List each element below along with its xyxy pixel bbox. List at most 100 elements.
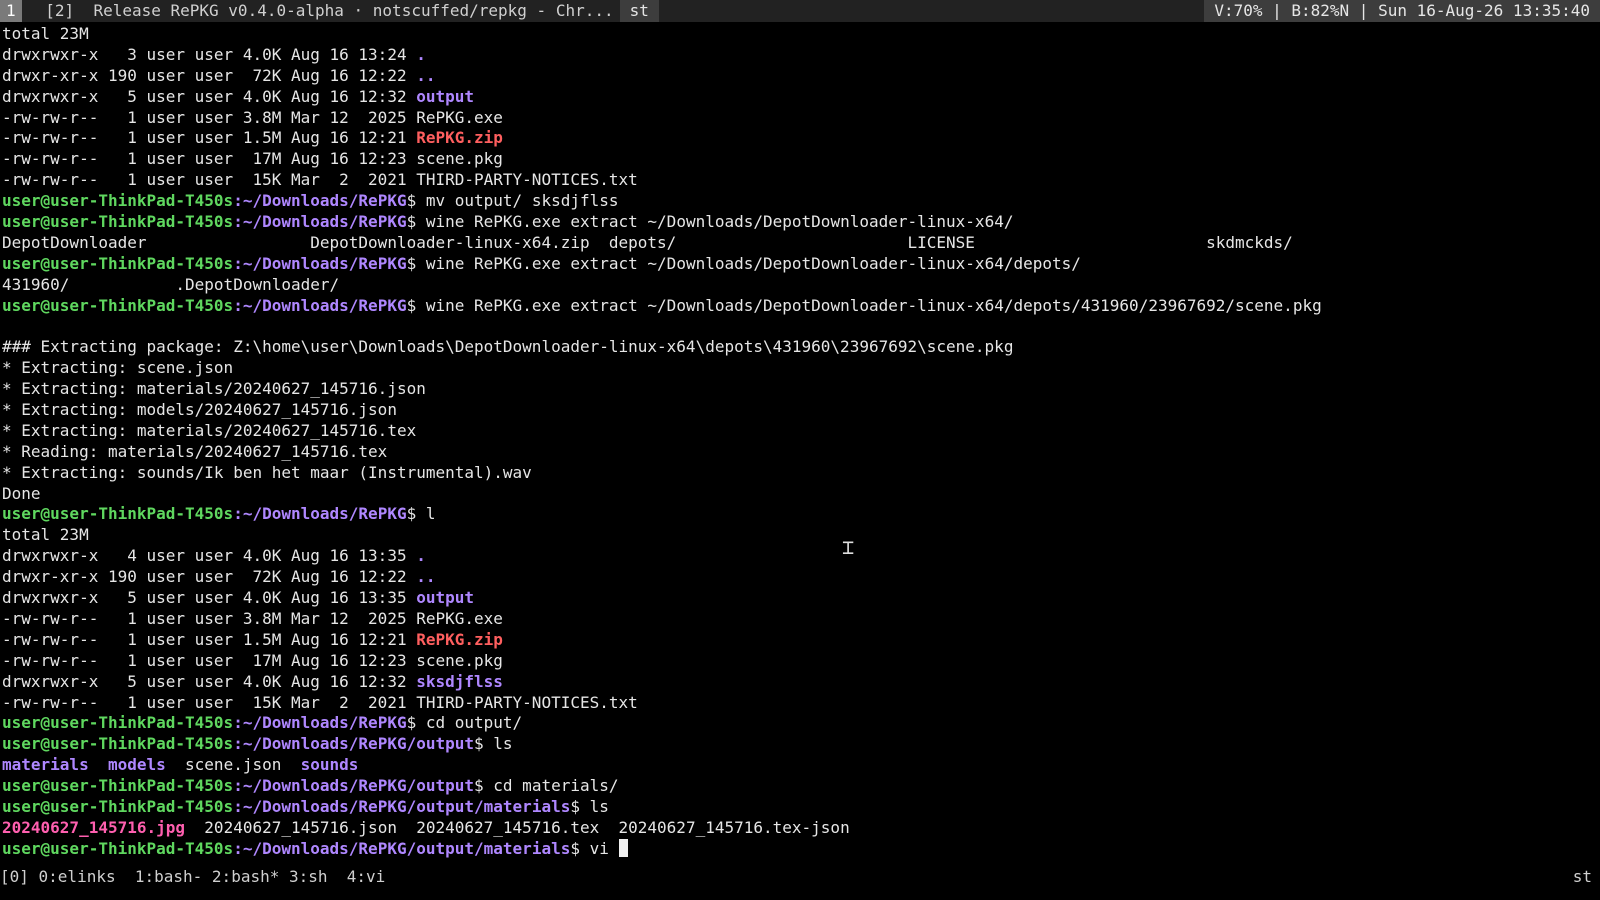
output-line: drwxrwxr-x 5 user user 4.0K Aug 16 12:32… — [2, 87, 1598, 108]
listing-dir-entry: . — [416, 44, 426, 64]
output-line: * Extracting: scene.json — [2, 358, 1598, 379]
prompt-path: ~/Downloads/RePKG — [242, 295, 407, 315]
prompt-path: ~/Downloads/RePKG — [242, 504, 407, 524]
output-text: -rw-rw-r-- 1 user user 15K Mar 2 2021 TH… — [2, 170, 638, 190]
output-line: -rw-rw-r-- 1 user user 1.5M Aug 16 12:21… — [2, 630, 1598, 651]
listing-img-entry: 20240627_145716.jpg — [2, 817, 186, 837]
prompt-path: ~/Downloads/RePKG/output/materials — [242, 796, 571, 816]
output-text: drwxrwxr-x 5 user user 4.0K Aug 16 12:32 — [2, 671, 417, 691]
prompt-line: user@user-ThinkPad-T450s:~/Downloads/ReP… — [2, 797, 1598, 818]
prompt-path: ~/Downloads/RePKG/output — [242, 776, 475, 796]
prompt-user: user@user-ThinkPad-T450s — [2, 776, 234, 796]
listing-dir-entry: models — [107, 755, 166, 775]
output-text: 431960/ .DepotDownloader/ — [2, 274, 340, 294]
terminal-output[interactable]: total 23M drwxrwxr-x 3 user user 4.0K Aug… — [2, 24, 1598, 874]
output-line: ### Extracting package: Z:\home\user\Dow… — [2, 337, 1598, 358]
output-line: 431960/ .DepotDownloader/ — [2, 275, 1598, 296]
output-text: total 23M — [2, 525, 89, 545]
prompt-separator: : — [233, 713, 243, 733]
window-title[interactable]: [2] Release RePKG v0.4.0-alpha · notscuf… — [22, 0, 613, 22]
output-line: drwxrwxr-x 3 user user 4.0K Aug 16 13:24… — [2, 45, 1598, 66]
output-line: -rw-rw-r-- 1 user user 1.5M Aug 16 12:21… — [2, 128, 1598, 149]
command-text: $ cd output/ — [406, 713, 523, 733]
output-text: ### Extracting package: Z:\home\user\Dow… — [2, 337, 1014, 357]
listing-zip-entry: RePKG.zip — [416, 128, 503, 148]
prompt-user: user@user-ThinkPad-T450s — [2, 191, 234, 211]
prompt-user: user@user-ThinkPad-T450s — [2, 734, 234, 754]
terminal-window-title[interactable]: st — [619, 0, 659, 22]
output-line: * Extracting: models/20240627_145716.jso… — [2, 400, 1598, 421]
output-text: DepotDownloader DepotDownloader-linux-x6… — [2, 232, 1293, 252]
output-line: drwxrwxr-x 5 user user 4.0K Aug 16 13:35… — [2, 588, 1598, 609]
output-text: -rw-rw-r-- 1 user user 1.5M Aug 16 12:21 — [2, 128, 417, 148]
command-text: $ cd materials/ — [474, 776, 619, 796]
prompt-separator: : — [233, 191, 243, 211]
prompt-path: ~/Downloads/RePKG — [242, 191, 407, 211]
command-text: $ wine RePKG.exe extract ~/Downloads/Dep… — [406, 295, 1322, 315]
output-text: 20240627_145716.json 20240627_145716.tex… — [185, 817, 850, 837]
output-line: -rw-rw-r-- 1 user user 15K Mar 2 2021 TH… — [2, 693, 1598, 714]
output-text: total 23M — [2, 24, 89, 43]
system-status: V:70% | B:82%N | Sun 16-Aug-26 13:35:40 — [1204, 0, 1600, 22]
output-line: Done — [2, 484, 1598, 505]
tmux-status-line: [0] 0:elinks 1:bash- 2:bash* 3:sh 4:vi s… — [0, 866, 1600, 888]
command-text: $ vi — [570, 838, 619, 858]
listing-dir-entry: sounds — [300, 755, 359, 775]
output-text: drwxrwxr-x 4 user user 4.0K Aug 16 13:35 — [2, 546, 417, 566]
prompt-user: user@user-ThinkPad-T450s — [2, 212, 234, 232]
output-text: drwxrwxr-x 3 user user 4.0K Aug 16 13:24 — [2, 44, 417, 64]
output-text: -rw-rw-r-- 1 user user 15K Mar 2 2021 TH… — [2, 692, 638, 712]
output-text: * Reading: materials/20240627_145716.tex — [2, 441, 388, 461]
output-text: -rw-rw-r-- 1 user user 1.5M Aug 16 12:21 — [2, 629, 417, 649]
command-text: $ mv output/ sksdjflss — [406, 191, 619, 211]
output-line: drwxrwxr-x 4 user user 4.0K Aug 16 13:35… — [2, 546, 1598, 567]
output-text: Done — [2, 483, 41, 503]
output-line: drwxrwxr-x 5 user user 4.0K Aug 16 12:32… — [2, 672, 1598, 693]
output-text: drwxrwxr-x 5 user user 4.0K Aug 16 13:35 — [2, 588, 417, 608]
command-text: $ wine RePKG.exe extract ~/Downloads/Dep… — [406, 212, 1014, 232]
output-line: drwxr-xr-x 190 user user 72K Aug 16 12:2… — [2, 567, 1598, 588]
workspace-tag-active[interactable]: 1 — [0, 0, 22, 22]
command-text: $ ls — [474, 734, 513, 754]
prompt-user: user@user-ThinkPad-T450s — [2, 295, 234, 315]
prompt-path: ~/Downloads/RePKG — [242, 713, 407, 733]
prompt-user: user@user-ThinkPad-T450s — [2, 796, 234, 816]
command-text: $ wine RePKG.exe extract ~/Downloads/Dep… — [406, 253, 1081, 273]
output-text: scene.json — [165, 755, 301, 775]
prompt-line: user@user-ThinkPad-T450s:~/Downloads/ReP… — [2, 296, 1598, 317]
output-line: drwxr-xr-x 190 user user 72K Aug 16 12:2… — [2, 66, 1598, 87]
output-line: total 23M — [2, 525, 1598, 546]
output-line: -rw-rw-r-- 1 user user 15K Mar 2 2021 TH… — [2, 170, 1598, 191]
output-text: * Extracting: sounds/Ik ben het maar (In… — [2, 462, 532, 482]
prompt-separator: : — [233, 776, 243, 796]
prompt-separator: : — [233, 504, 243, 524]
output-line: -rw-rw-r-- 1 user user 17M Aug 16 12:23 … — [2, 651, 1598, 672]
output-text: -rw-rw-r-- 1 user user 17M Aug 16 12:23 … — [2, 149, 503, 169]
output-text: * Extracting: scene.json — [2, 358, 234, 378]
output-line: materials models scene.json sounds — [2, 755, 1598, 776]
output-line: -rw-rw-r-- 1 user user 3.8M Mar 12 2025 … — [2, 108, 1598, 129]
output-line: * Extracting: materials/20240627_145716.… — [2, 379, 1598, 400]
prompt-line: user@user-ThinkPad-T450s:~/Downloads/ReP… — [2, 734, 1598, 755]
prompt-line: user@user-ThinkPad-T450s:~/Downloads/ReP… — [2, 191, 1598, 212]
top-status-bar: 1 [2] Release RePKG v0.4.0-alpha · notsc… — [0, 0, 1600, 22]
prompt-separator: : — [233, 212, 243, 232]
output-line: -rw-rw-r-- 1 user user 17M Aug 16 12:23 … — [2, 149, 1598, 170]
output-line: DepotDownloader DepotDownloader-linux-x6… — [2, 233, 1598, 254]
terminal-cursor[interactable] — [618, 838, 628, 857]
prompt-line: user@user-ThinkPad-T450s:~/Downloads/ReP… — [2, 504, 1598, 525]
tmux-status-right: st — [1572, 867, 1592, 886]
listing-dir-entry: output — [416, 588, 475, 608]
prompt-line: user@user-ThinkPad-T450s:~/Downloads/ReP… — [2, 212, 1598, 233]
output-text: * Extracting: materials/20240627_145716.… — [2, 420, 417, 440]
prompt-user: user@user-ThinkPad-T450s — [2, 504, 234, 524]
command-text: $ l — [406, 504, 436, 524]
output-line: total 23M — [2, 24, 1598, 45]
output-text: -rw-rw-r-- 1 user user 17M Aug 16 12:23 … — [2, 650, 503, 670]
prompt-user: user@user-ThinkPad-T450s — [2, 838, 234, 858]
prompt-separator: : — [233, 734, 243, 754]
tmux-window-list[interactable]: [0] 0:elinks 1:bash- 2:bash* 3:sh 4:vi — [0, 866, 385, 888]
output-text: * Extracting: materials/20240627_145716.… — [2, 379, 426, 399]
